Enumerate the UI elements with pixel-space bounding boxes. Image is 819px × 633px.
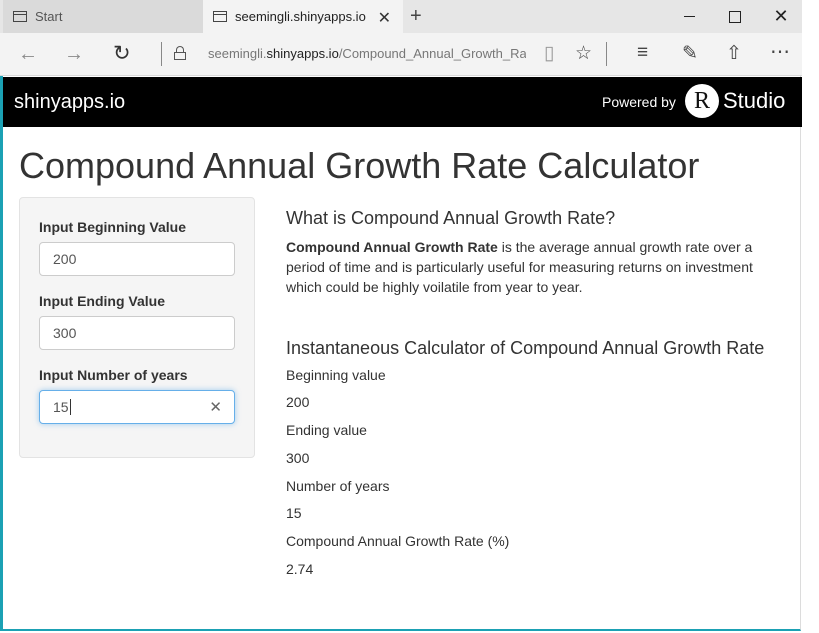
favorite-star-icon[interactable]: ☆ [575,42,592,65]
page-icon [213,11,227,22]
divider [606,42,607,66]
beginning-value-label: Input Beginning Value [39,219,186,235]
clear-input-icon[interactable]: ✕ [209,398,222,416]
close-icon: ✕ [773,6,789,26]
hub-icon[interactable]: ≡ [637,42,648,64]
refresh-icon[interactable]: ↻ [113,41,131,66]
beginning-value-output-label: Beginning value [286,367,386,383]
minimize-icon [683,16,695,17]
page-icon [13,11,27,22]
years-text: 15 [53,399,69,415]
more-icon[interactable]: ⋯ [770,39,790,64]
ending-value-output-label: Ending value [286,422,367,438]
beginning-value-input[interactable]: 200 [39,242,235,276]
maximize-icon [729,10,741,23]
divider [161,42,162,66]
address-bar: ← → ↻ seemingli.shinyapps.io/Compound_An… [0,33,802,76]
rstudio-logo-text[interactable]: Studio [723,88,785,114]
shinyapps-brand[interactable]: shinyapps.io [14,91,125,114]
beginning-value-text: 200 [53,251,77,267]
powered-by-label: Powered by [602,94,676,110]
tab-title: Start [35,9,63,24]
tab-shinyapps[interactable]: seemingli.shinyapps.io ✕ [203,0,403,33]
maximize-button[interactable] [712,0,758,33]
close-tab-icon[interactable]: ✕ [378,8,391,28]
cagr-description: Compound Annual Growth Rate is the avera… [286,237,766,297]
input-panel: Input Beginning Value 200 Input Ending V… [19,197,255,458]
close-window-button[interactable]: ✕ [758,0,804,33]
beginning-value-output: 200 [286,394,310,410]
calculator-heading: Instantaneous Calculator of Compound Ann… [286,338,765,358]
years-output-label: Number of years [286,478,390,494]
what-is-heading: What is Compound Annual Growth Rate? [286,208,616,228]
years-label: Input Number of years [39,367,188,383]
back-arrow-icon[interactable]: ← [18,43,38,66]
shinyapps-header: shinyapps.io Powered by R Studio [3,77,802,127]
share-icon[interactable]: ⇧ [726,42,742,65]
reading-view-icon[interactable]: ▯ [544,42,554,65]
web-note-icon[interactable]: ✎ [682,42,698,65]
lock-icon [174,46,186,60]
window-edge [802,0,819,633]
tab-start[interactable]: Start [3,0,203,33]
years-output: 15 [286,505,302,521]
url-path: /Compound_Annual_Growth_Rat [338,46,526,61]
tab-bar: Start seemingli.shinyapps.io ✕ + ✕ [0,0,802,33]
page-title: Compound Annual Growth Rate Calculator [19,145,700,186]
minimize-button[interactable] [666,0,712,33]
new-tab-icon[interactable]: + [410,5,422,28]
ending-value-label: Input Ending Value [39,293,165,309]
ending-value-output: 300 [286,450,310,466]
text-caret [69,399,71,415]
tab-title: seemingli.shinyapps.io [235,9,366,24]
cagr-output-label: Compound Annual Growth Rate (%) [286,533,510,549]
ending-value-input[interactable]: 300 [39,316,235,350]
forward-arrow-icon[interactable]: → [64,43,84,66]
url-host: shinyapps.io [266,46,339,61]
ending-value-text: 300 [53,325,77,341]
rstudio-r-logo[interactable]: R [685,84,719,118]
url-host-prefix: seemingli. [208,46,267,61]
url-field[interactable]: seemingli.shinyapps.io/Compound_Annual_G… [208,46,526,61]
cagr-term: Compound Annual Growth Rate [286,239,498,255]
years-input[interactable]: 15 ✕ [39,390,235,424]
cagr-output: 2.74 [286,561,314,577]
